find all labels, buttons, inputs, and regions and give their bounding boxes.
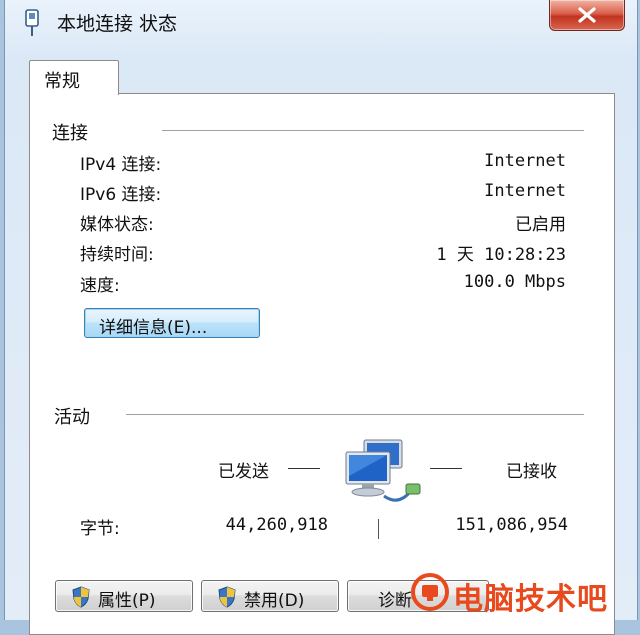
ipv4-label: IPv4 连接: (80, 155, 162, 175)
received-label: 已接收 (506, 462, 557, 482)
ipv6-label: IPv6 连接: (80, 185, 162, 205)
properties-button-label: 属性(P) (98, 591, 156, 611)
tab-general-label: 常规 (44, 71, 80, 92)
activity-divider (378, 519, 379, 539)
disable-button[interactable]: 禁用(D) (201, 580, 339, 612)
sent-dash (288, 468, 320, 469)
title-bar[interactable]: 本地连接 状态 (5, 0, 637, 46)
connection-separator (162, 130, 584, 132)
watermark: 电脑技术吧 (403, 566, 640, 620)
bytes-sent-value: 44,260,918 (225, 515, 328, 535)
bytes-received-value: 151,086,954 (455, 515, 568, 535)
uac-shield-icon (218, 586, 236, 608)
media-state-value: 已启用 (515, 215, 566, 235)
network-computers-icon (345, 439, 421, 502)
watermark-logo-icon (411, 573, 449, 611)
duration-value: 1 天 10:28:23 (436, 245, 566, 265)
window-title: 本地连接 状态 (57, 13, 178, 35)
network-adapter-icon (25, 9, 39, 36)
properties-button[interactable]: 属性(P) (55, 580, 193, 612)
uac-shield-icon (72, 586, 90, 608)
sent-label: 已发送 (218, 462, 269, 482)
received-dash (430, 468, 462, 469)
disable-button-label: 禁用(D) (244, 591, 305, 611)
ipv4-value: Internet (484, 151, 566, 171)
speed-label: 速度: (80, 276, 120, 296)
close-button[interactable] (549, 0, 625, 31)
general-panel: 连接 IPv4 连接: Internet IPv6 连接: Internet 媒… (29, 93, 615, 635)
tab-general[interactable]: 常规 (29, 60, 119, 95)
ipv6-value: Internet (484, 181, 566, 201)
dialog-window: 本地连接 状态 常规 连接 IPv4 连接: Internet IPv6 连接:… (4, 0, 640, 635)
connection-section-title: 连接 (52, 123, 88, 144)
speed-value: 100.0 Mbps (463, 272, 566, 292)
activity-section-title: 活动 (54, 407, 90, 428)
watermark-text: 电脑技术吧 (453, 582, 608, 617)
details-button-label: 详细信息(E)... (99, 318, 208, 338)
close-icon (578, 7, 596, 23)
activity-separator (126, 414, 584, 416)
media-state-label: 媒体状态: (80, 215, 154, 235)
duration-label: 持续时间: (80, 245, 154, 265)
bytes-label: 字节: (80, 519, 120, 539)
details-button[interactable]: 详细信息(E)... (84, 308, 260, 338)
